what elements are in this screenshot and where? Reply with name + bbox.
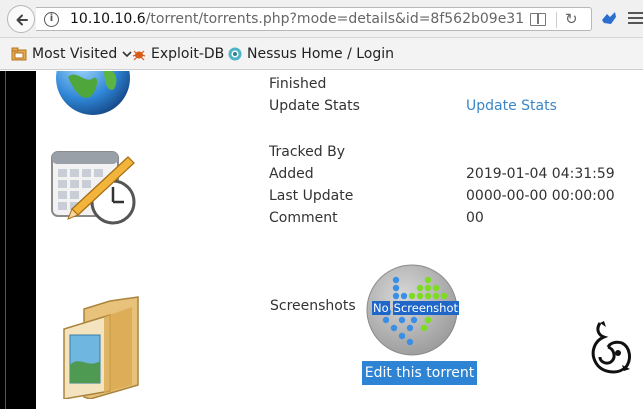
info-icon[interactable]: i — [44, 12, 59, 27]
folder-icon — [11, 47, 27, 61]
bookmark-most-visited[interactable]: Most Visited — [11, 45, 132, 63]
calendar-clock-icon — [51, 151, 136, 225]
finished-label: Finished — [269, 76, 327, 92]
menu-icon[interactable] — [628, 12, 643, 26]
url-separator — [556, 12, 557, 28]
bookmark-label: Most Visited — [32, 46, 118, 62]
no-screenshot-text-screenshot: Screenshot — [392, 301, 460, 315]
reader-view-icon[interactable] — [530, 13, 546, 26]
folder-icon — [63, 296, 139, 399]
back-button[interactable] — [7, 5, 35, 33]
comment-value: 00 — [466, 210, 484, 226]
url-path: /torrent/torrents.php?mode=details&id=8f… — [145, 11, 525, 27]
screenshots-label: Screenshots — [270, 298, 356, 314]
no-screenshot-image: No Screenshot — [366, 264, 460, 356]
added-value: 2019-01-04 04:31:59 — [466, 166, 615, 182]
nessus-icon — [228, 47, 242, 61]
bookmark-label: Nessus Home / Login — [247, 46, 395, 62]
added-label: Added — [269, 166, 314, 182]
torrent-details: Finished Update Stats Update Stats Track… — [36, 71, 643, 409]
url-bar[interactable]: i 10.10.10.6/torrent/torrents.php?mode=d… — [36, 7, 592, 31]
url-text[interactable]: 10.10.10.6/torrent/torrents.php?mode=det… — [70, 11, 525, 27]
edit-torrent-button[interactable]: Edit this torrent — [362, 361, 477, 385]
bookmark-label: Exploit-DB — [151, 46, 225, 62]
bookmark-nessus[interactable]: Nessus Home / Login — [228, 45, 394, 63]
bookmark-exploit-db[interactable]: Exploit-DB — [132, 45, 224, 63]
comment-label: Comment — [269, 210, 338, 226]
back-arrow-icon — [16, 14, 28, 26]
browser-toolbar: i 10.10.10.6/torrent/torrents.php?mode=d… — [0, 0, 643, 38]
last-update-value: 0000-00-00 00:00:00 — [466, 188, 615, 204]
no-screenshot-text-no: No — [372, 301, 390, 315]
url-host: 10.10.10.6 — [70, 11, 146, 27]
reload-icon[interactable]: ↻ — [565, 11, 578, 27]
bookmarks-toolbar: Most Visited Exploit-DB Nessus Home / Lo… — [0, 38, 643, 70]
globe-icon — [56, 71, 130, 115]
tracked-by-label: Tracked By — [269, 144, 345, 160]
exploit-db-spider-icon — [132, 50, 146, 61]
kali-dragon-logo-icon — [591, 321, 631, 374]
last-update-label: Last Update — [269, 188, 354, 204]
update-stats-link[interactable]: Update Stats — [466, 98, 557, 114]
extension-icon[interactable] — [601, 11, 617, 25]
chevron-down-icon — [122, 47, 132, 61]
update-stats-label: Update Stats — [269, 98, 360, 114]
page-left-border — [0, 71, 36, 409]
